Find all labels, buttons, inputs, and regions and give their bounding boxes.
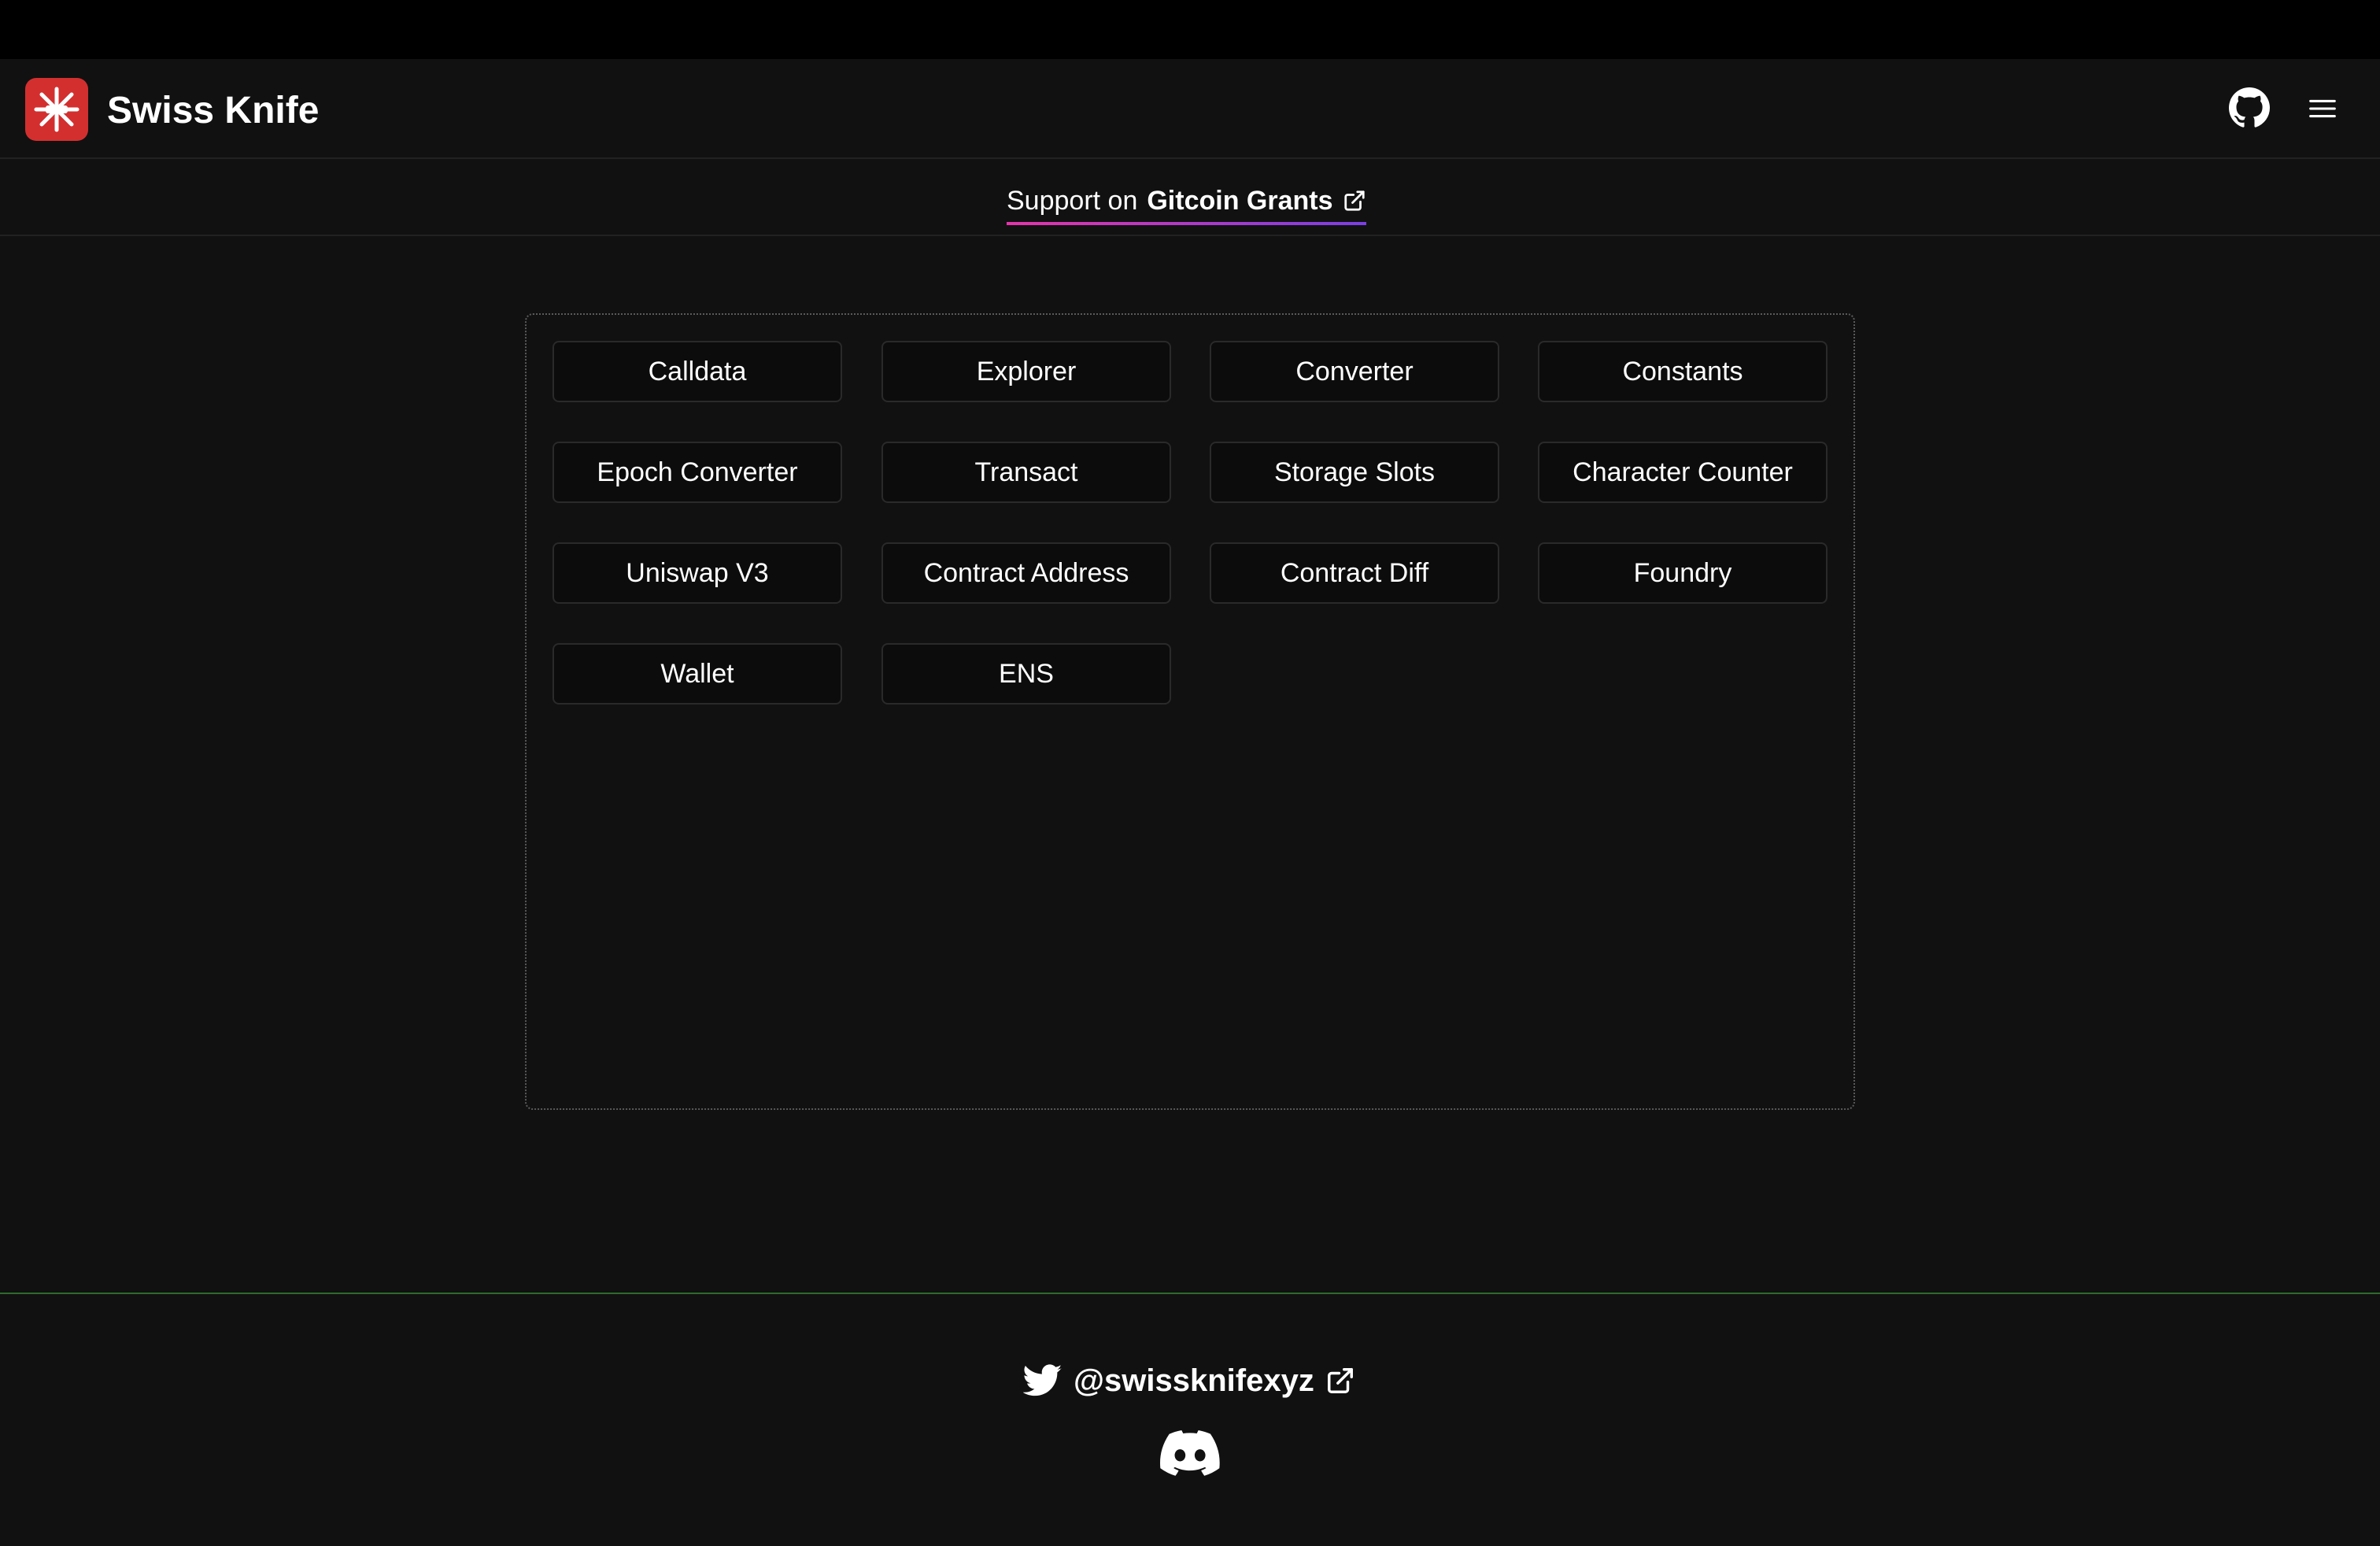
tool-button-wallet[interactable]: Wallet — [552, 643, 842, 705]
twitter-link[interactable]: @swissknifexyz — [1023, 1357, 1355, 1404]
twitter-icon — [1023, 1364, 1062, 1396]
tool-button-epoch-converter[interactable]: Epoch Converter — [552, 442, 842, 503]
snowflake-knife-icon — [34, 87, 79, 132]
tool-button-explorer[interactable]: Explorer — [881, 341, 1171, 402]
footer: @swissknifexyz — [0, 1294, 2380, 1546]
tool-button-calldata[interactable]: Calldata — [552, 341, 842, 402]
tool-button-uniswap-v3[interactable]: Uniswap V3 — [552, 542, 842, 604]
tool-button-storage-slots[interactable]: Storage Slots — [1210, 442, 1499, 503]
tool-button-foundry[interactable]: Foundry — [1538, 542, 1828, 604]
twitter-handle: @swissknifexyz — [1074, 1363, 1314, 1398]
external-link-icon — [1343, 190, 1365, 211]
hamburger-menu-icon[interactable] — [2304, 91, 2341, 127]
discord-icon[interactable] — [1160, 1429, 1220, 1477]
swiss-knife-logo-icon[interactable] — [25, 78, 88, 141]
tools-grid: Calldata Explorer Converter Constants Ep… — [525, 313, 1855, 1110]
external-link-icon — [1327, 1368, 1353, 1393]
tool-button-contract-diff[interactable]: Contract Diff — [1210, 542, 1499, 604]
tool-button-transact[interactable]: Transact — [881, 442, 1171, 503]
top-system-bar — [0, 0, 2380, 59]
tool-button-constants[interactable]: Constants — [1538, 341, 1828, 402]
tool-button-converter[interactable]: Converter — [1210, 341, 1499, 402]
brand-title[interactable]: Swiss Knife — [107, 87, 319, 135]
tool-button-ens[interactable]: ENS — [881, 643, 1171, 705]
support-gitcoin-name: Gitcoin Grants — [1147, 185, 1333, 216]
tool-button-contract-address[interactable]: Contract Address — [881, 542, 1171, 604]
app-header: Swiss Knife — [0, 59, 2380, 159]
tool-button-character-counter[interactable]: Character Counter — [1538, 442, 1828, 503]
support-banner: Support on Gitcoin Grants — [0, 159, 2380, 236]
support-prefix-text: Support on — [1007, 185, 1138, 216]
support-gitcoin-link[interactable]: Support on Gitcoin Grants — [1007, 181, 1366, 225]
github-icon[interactable] — [2229, 87, 2270, 128]
